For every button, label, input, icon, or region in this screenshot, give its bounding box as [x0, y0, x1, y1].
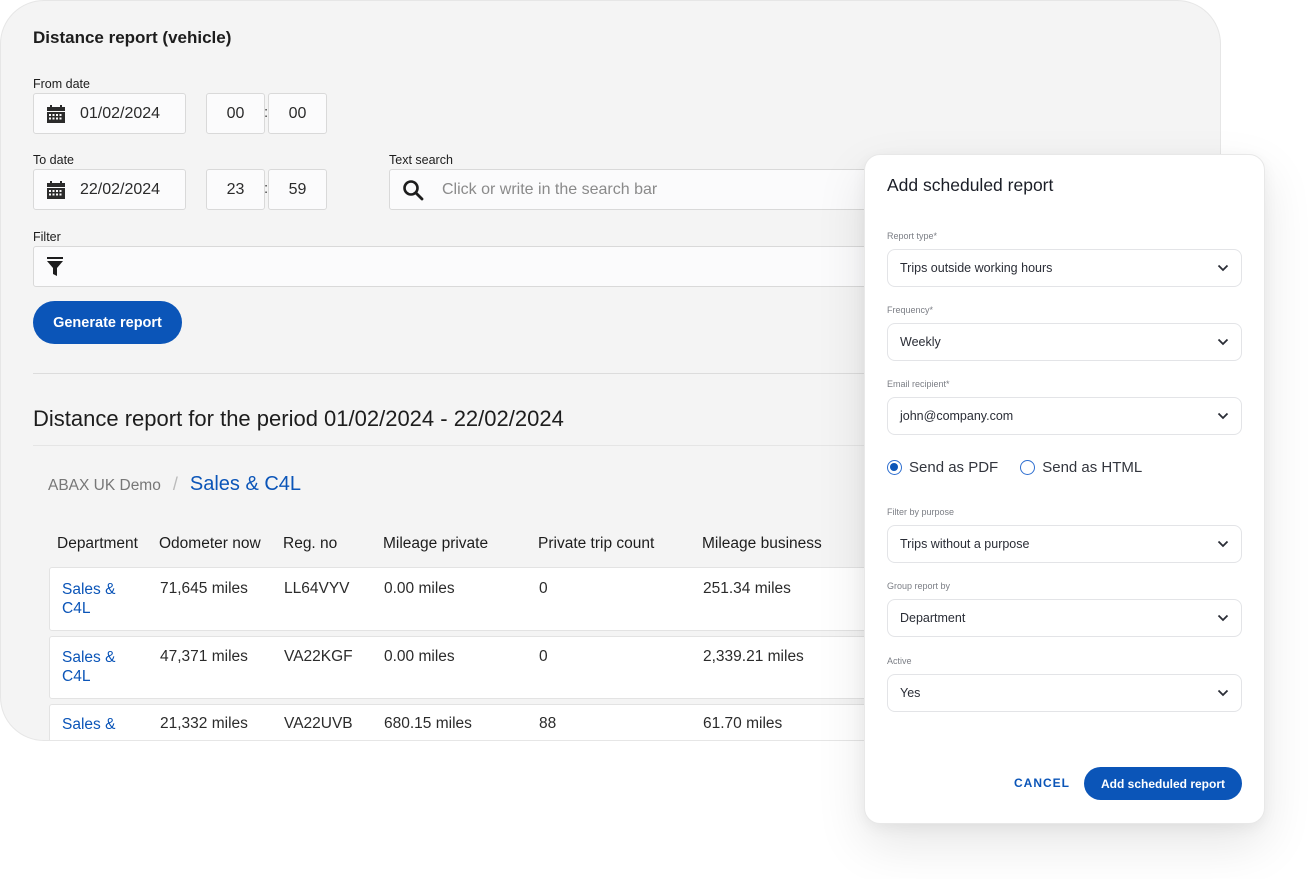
from-minute-value: 00 — [288, 104, 307, 122]
chevron-down-icon — [1217, 412, 1229, 420]
add-scheduled-report-button[interactable]: Add scheduled report — [1084, 767, 1242, 800]
to-hour-input[interactable]: 23 — [206, 169, 265, 210]
email-recipient-label: Email recipient* — [887, 379, 950, 389]
from-date-label: From date — [33, 77, 90, 91]
breadcrumb-current: Sales & C4L — [189, 473, 302, 495]
private-trip-count-cell: 0 — [539, 648, 548, 665]
to-date-input[interactable]: 22/02/2024 — [33, 169, 186, 210]
column-header-department: Department — [57, 535, 138, 552]
calendar-icon — [47, 180, 65, 199]
send-as-html-label: Send as HTML — [1042, 459, 1143, 476]
from-date-input[interactable]: 01/02/2024 — [33, 93, 186, 134]
chevron-down-icon — [1217, 689, 1229, 697]
odometer-cell: 47,371 miles — [160, 648, 248, 665]
private-trip-count-cell: 88 — [539, 715, 557, 732]
send-format-radio-group: Send as PDF Send as HTML — [887, 459, 1164, 476]
frequency-value: Weekly — [900, 335, 941, 349]
breadcrumb: ABAX UK Demo / Sales & C4L — [48, 473, 301, 496]
mileage-business-cell: 61.70 miles — [703, 715, 783, 732]
mileage-private-cell: 0.00 miles — [384, 580, 455, 597]
column-header-mileage-private: Mileage private — [383, 535, 489, 552]
mileage-private-cell: 680.15 miles — [384, 715, 472, 732]
group-report-by-value: Department — [900, 611, 966, 625]
page-title: Distance report (vehicle) — [33, 28, 232, 47]
odometer-cell: 71,645 miles — [160, 580, 248, 597]
private-trip-count-cell: 0 — [539, 580, 548, 597]
chevron-down-icon — [1217, 540, 1229, 548]
report-type-select[interactable]: Trips outside working hours — [887, 249, 1242, 287]
search-placeholder: Click or write in the search bar — [442, 180, 658, 198]
breadcrumb-separator: / — [172, 474, 178, 494]
chevron-down-icon — [1217, 264, 1229, 272]
reg-no-cell: LL64VYV — [284, 580, 350, 597]
add-scheduled-report-modal: Add scheduled report Report type* Trips … — [864, 154, 1265, 824]
column-header-private-trip-count: Private trip count — [538, 535, 655, 552]
email-recipient-value: john@company.com — [900, 409, 1014, 423]
reg-no-cell: VA22KGF — [284, 648, 353, 665]
cancel-button[interactable]: CANCEL — [1014, 776, 1070, 790]
to-date-value: 22/02/2024 — [80, 180, 161, 198]
filter-icon — [47, 256, 63, 276]
chevron-down-icon — [1217, 338, 1229, 346]
chevron-down-icon — [1217, 614, 1229, 622]
active-value: Yes — [900, 686, 921, 700]
reg-no-cell: VA22UVB — [284, 715, 353, 732]
to-hour-value: 23 — [226, 180, 245, 198]
filter-by-purpose-value: Trips without a purpose — [900, 537, 1030, 551]
from-hour-value: 00 — [226, 104, 245, 122]
send-as-html-radio[interactable]: Send as HTML — [1020, 459, 1142, 476]
department-link[interactable]: Sales & C4L — [62, 648, 132, 686]
mileage-private-cell: 0.00 miles — [384, 648, 455, 665]
calendar-icon — [47, 104, 65, 123]
frequency-select[interactable]: Weekly — [887, 323, 1242, 361]
group-report-by-select[interactable]: Department — [887, 599, 1242, 637]
from-minute-input[interactable]: 00 — [268, 93, 327, 134]
department-link[interactable]: Sales & C4L — [62, 580, 132, 618]
report-type-label: Report type* — [887, 231, 938, 241]
modal-title: Add scheduled report — [887, 175, 1054, 195]
filter-by-purpose-label: Filter by purpose — [887, 507, 955, 517]
report-type-value: Trips outside working hours — [900, 261, 1053, 275]
to-minute-input[interactable]: 59 — [268, 169, 327, 210]
group-report-by-label: Group report by — [887, 581, 951, 591]
to-date-label: To date — [33, 153, 75, 167]
breadcrumb-root[interactable]: ABAX UK Demo — [48, 477, 161, 495]
from-hour-input[interactable]: 00 — [206, 93, 265, 134]
mileage-business-cell: 2,339.21 miles — [703, 648, 804, 665]
department-link[interactable]: Sales & — [62, 715, 132, 734]
filter-label: Filter — [33, 230, 61, 244]
mileage-business-cell: 251.34 miles — [703, 580, 791, 597]
send-as-pdf-radio[interactable]: Send as PDF — [887, 459, 998, 476]
column-header-odometer: Odometer now — [159, 535, 261, 552]
filter-by-purpose-select[interactable]: Trips without a purpose — [887, 525, 1242, 563]
radio-checked-icon — [887, 460, 902, 475]
from-date-value: 01/02/2024 — [80, 104, 161, 122]
radio-unchecked-icon — [1020, 460, 1036, 475]
frequency-label: Frequency* — [887, 305, 934, 315]
search-icon — [403, 179, 424, 200]
column-header-reg-no: Reg. no — [283, 535, 338, 552]
report-heading: Distance report for the period 01/02/202… — [33, 406, 564, 431]
send-as-pdf-label: Send as PDF — [909, 459, 999, 476]
odometer-cell: 21,332 miles — [160, 715, 248, 732]
active-label: Active — [887, 656, 912, 666]
generate-report-button[interactable]: Generate report — [33, 301, 182, 344]
text-search-label: Text search — [389, 153, 453, 167]
active-select[interactable]: Yes — [887, 674, 1242, 712]
email-recipient-select[interactable]: john@company.com — [887, 397, 1242, 435]
to-minute-value: 59 — [288, 180, 307, 198]
column-header-mileage-business: Mileage business — [702, 535, 822, 552]
